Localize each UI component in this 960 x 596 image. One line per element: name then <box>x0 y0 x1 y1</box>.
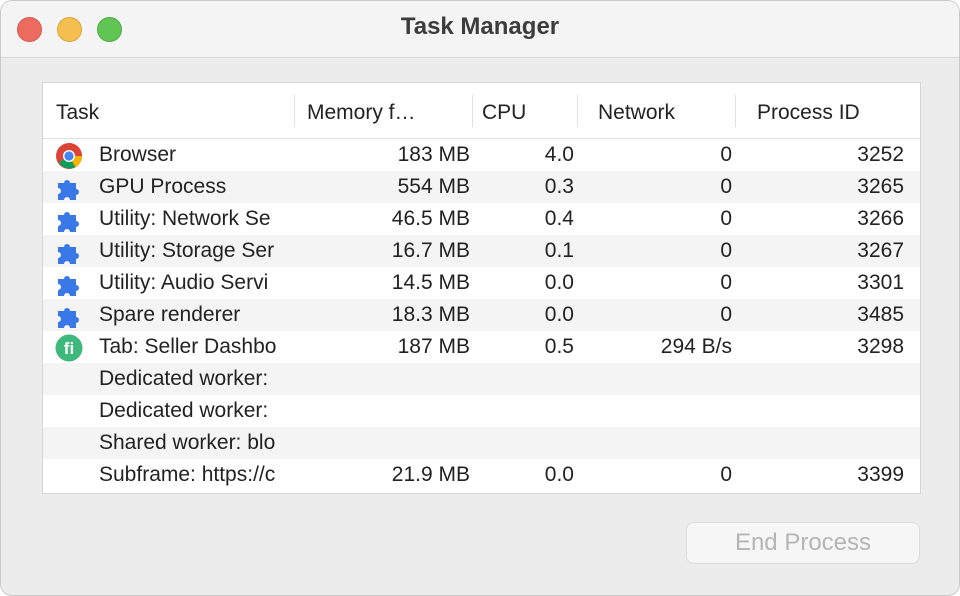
window-title: Task Manager <box>400 13 560 40</box>
task-name: Spare renderer <box>99 303 241 326</box>
column-header-task[interactable]: Task <box>56 101 99 125</box>
chrome-icon <box>55 142 83 170</box>
cpu-value: 0.0 <box>544 463 574 486</box>
cpu-value: 0.0 <box>544 271 574 294</box>
table-row[interactable]: Utility: Storage Ser 16.7 MB 0.1 0 3267 <box>43 235 920 267</box>
cpu-value: 0.0 <box>544 303 574 326</box>
end-process-button[interactable]: End Process <box>686 522 920 564</box>
task-name: Subframe: https://c <box>99 463 276 486</box>
column-divider[interactable] <box>735 95 736 127</box>
network-value: 0 <box>720 175 732 198</box>
memory-value: 18.3 MB <box>391 303 470 326</box>
column-divider[interactable] <box>577 95 578 127</box>
column-divider[interactable] <box>472 95 473 127</box>
process-table: Task Memory f… CPU Network Process ID Br… <box>42 82 921 494</box>
column-divider[interactable] <box>294 95 295 127</box>
puzzle-icon <box>55 270 83 298</box>
network-value: 0 <box>720 143 732 166</box>
memory-value: 46.5 MB <box>391 207 470 230</box>
task-name: Dedicated worker: <box>99 367 269 390</box>
table-row[interactable]: Spare renderer 18.3 MB 0.0 0 3485 <box>43 299 920 331</box>
memory-value: 21.9 MB <box>391 463 470 486</box>
network-value: 0 <box>720 239 732 262</box>
table-row[interactable]: Subframe: https://c 21.9 MB 0.0 0 3399 <box>43 459 920 491</box>
task-name: GPU Process <box>99 175 227 198</box>
table-row[interactable]: Shared worker: blo <box>43 427 920 459</box>
table-row[interactable]: Utility: Audio Servi 14.5 MB 0.0 0 3301 <box>43 267 920 299</box>
puzzle-icon <box>55 238 83 266</box>
fiverr-icon: fi <box>55 334 83 362</box>
puzzle-icon <box>55 302 83 330</box>
network-value: 0 <box>720 303 732 326</box>
table-row[interactable]: GPU Process 554 MB 0.3 0 3265 <box>43 171 920 203</box>
network-value: 0 <box>720 207 732 230</box>
memory-value: 554 MB <box>397 175 470 198</box>
svg-text:fi: fi <box>64 339 74 358</box>
task-name: Tab: Seller Dashbo <box>99 335 277 358</box>
memory-value: 14.5 MB <box>391 271 470 294</box>
task-name: Shared worker: blo <box>99 431 276 454</box>
process-id-value: 3267 <box>857 239 904 262</box>
cpu-value: 4.0 <box>544 143 574 166</box>
column-header-network[interactable]: Network <box>598 101 675 125</box>
cpu-value: 0.5 <box>544 335 574 358</box>
task-name: Browser <box>99 143 177 166</box>
cpu-value: 0.4 <box>544 207 574 230</box>
process-id-value: 3298 <box>857 335 904 358</box>
blank-icon <box>55 366 83 394</box>
task-name: Utility: Network Se <box>99 207 271 230</box>
process-id-value: 3266 <box>857 207 904 230</box>
blank-icon <box>55 430 83 458</box>
puzzle-icon <box>55 206 83 234</box>
blank-icon <box>55 398 83 426</box>
table-row[interactable]: Dedicated worker: <box>43 395 920 427</box>
network-value: 0 <box>720 463 732 486</box>
table-header: Task Memory f… CPU Network Process ID <box>43 83 920 139</box>
task-manager-window: Task Manager Task Memory f… CPU Network … <box>0 0 960 596</box>
process-id-value: 3485 <box>857 303 904 326</box>
process-id-value: 3265 <box>857 175 904 198</box>
task-name: Dedicated worker: <box>99 399 269 422</box>
column-header-memory[interactable]: Memory f… <box>307 101 416 125</box>
process-id-value: 3252 <box>857 143 904 166</box>
puzzle-icon <box>55 174 83 202</box>
table-row[interactable]: Utility: Network Se 46.5 MB 0.4 0 3266 <box>43 203 920 235</box>
network-value: 0 <box>720 271 732 294</box>
table-row[interactable]: Dedicated worker: <box>43 363 920 395</box>
network-value: 294 B/s <box>660 335 732 358</box>
table-row[interactable]: Browser 183 MB 4.0 0 3252 <box>43 139 920 171</box>
task-name: Utility: Storage Ser <box>99 239 275 262</box>
column-header-cpu[interactable]: CPU <box>482 101 526 125</box>
process-id-value: 3301 <box>857 271 904 294</box>
memory-value: 16.7 MB <box>391 239 470 262</box>
blank-icon <box>55 462 83 490</box>
memory-value: 183 MB <box>397 143 470 166</box>
table-row[interactable]: fi Tab: Seller Dashbo 187 MB 0.5 294 B/s… <box>43 331 920 363</box>
title-bar: Task Manager <box>1 1 959 58</box>
process-id-value: 3399 <box>857 463 904 486</box>
cpu-value: 0.3 <box>544 175 574 198</box>
task-name: Utility: Audio Servi <box>99 271 269 294</box>
memory-value: 187 MB <box>397 335 470 358</box>
column-header-process-id[interactable]: Process ID <box>757 101 860 125</box>
cpu-value: 0.1 <box>544 239 574 262</box>
